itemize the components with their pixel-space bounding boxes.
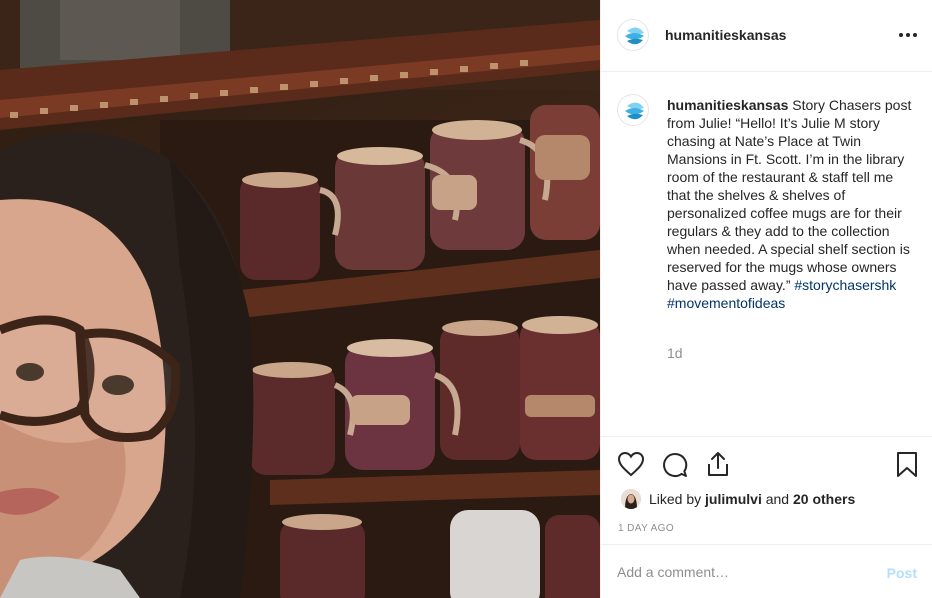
like-button[interactable]	[617, 451, 645, 477]
more-options-icon[interactable]	[897, 24, 919, 46]
post-comment-button[interactable]: Post	[887, 565, 917, 581]
post-photo[interactable]	[0, 0, 600, 598]
post-details-panel: humanitieskansas humanitieskansas Story …	[600, 0, 932, 598]
heart-icon	[617, 451, 645, 477]
photo-illustration	[0, 0, 600, 598]
humanities-kansas-logo-icon	[625, 27, 644, 45]
likes-text: Liked by julimulvi and 20 others	[649, 491, 855, 507]
humanities-kansas-logo-icon	[625, 102, 644, 120]
caption-username[interactable]: humanitieskansas	[667, 97, 788, 113]
comment-input[interactable]	[617, 562, 867, 582]
posted-date[interactable]: 1 DAY AGO	[618, 523, 674, 534]
person-avatar-icon	[621, 489, 641, 509]
comment-bubble-icon	[663, 452, 688, 477]
save-button[interactable]	[895, 451, 919, 479]
post-time-ago[interactable]: 1d	[667, 345, 683, 361]
likes-prefix: Liked by	[649, 491, 702, 507]
liker-username[interactable]: julimulvi	[705, 491, 762, 507]
share-button[interactable]	[705, 450, 731, 478]
comment-button[interactable]	[661, 451, 689, 479]
hashtag-link[interactable]: #movementofideas	[667, 295, 785, 311]
comment-bar: Post	[601, 544, 932, 598]
header-username[interactable]: humanitieskansas	[665, 27, 786, 43]
bookmark-icon	[897, 452, 917, 477]
post-caption: humanitieskansas Story Chasers post from…	[667, 96, 917, 312]
share-icon	[708, 452, 728, 476]
caption-area: humanitieskansas Story Chasers post from…	[601, 72, 932, 436]
profile-avatar[interactable]	[617, 19, 649, 51]
liker-avatar[interactable]	[621, 489, 641, 509]
likes-conjunction: and	[765, 491, 790, 507]
post-header: humanitieskansas	[601, 0, 932, 72]
likes-summary: Liked by julimulvi and 20 others	[621, 489, 855, 509]
post-actions: Liked by julimulvi and 20 others 1 DAY A…	[601, 436, 932, 544]
hashtag-link[interactable]: #storychasershk	[794, 277, 896, 293]
likes-others-link[interactable]: 20 others	[793, 491, 855, 507]
caption-text: Story Chasers post from Julie! “Hello! I…	[667, 97, 912, 293]
caption-avatar[interactable]	[617, 94, 649, 126]
